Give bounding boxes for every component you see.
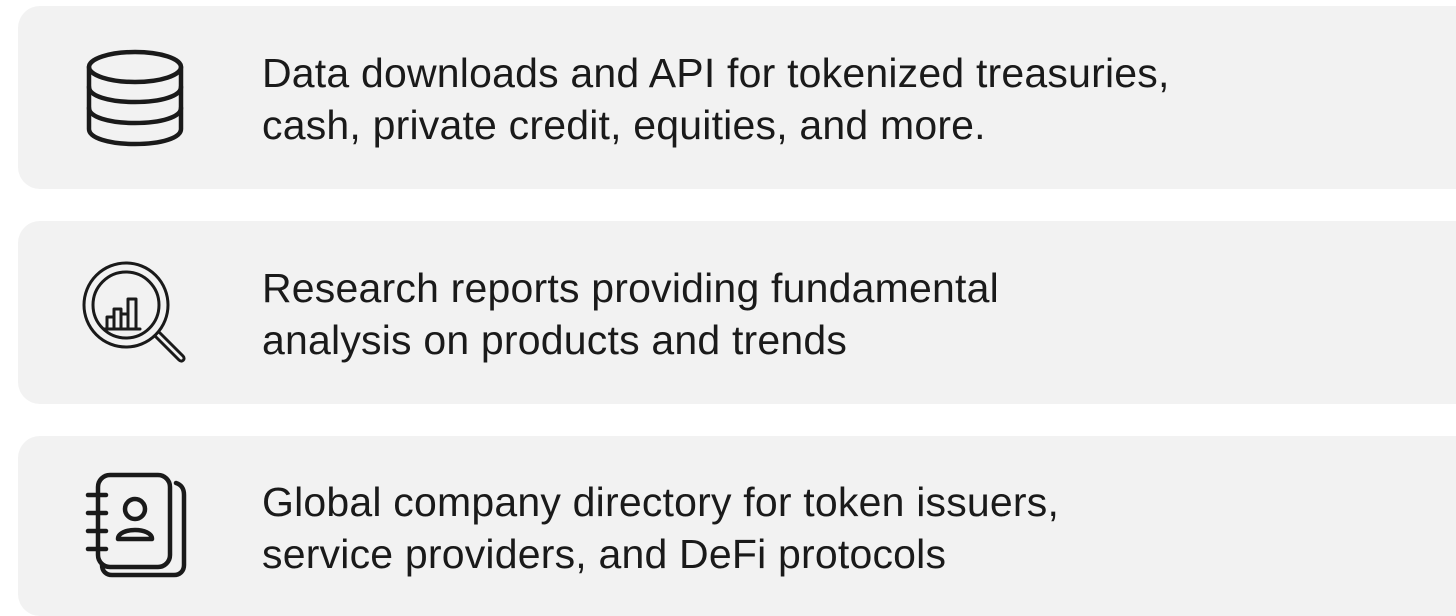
database-icon (80, 43, 190, 153)
feature-description: Research reports providing fundamental a… (262, 262, 1432, 366)
feature-list: Data downloads and API for tokenized tre… (0, 0, 1456, 616)
feature-line: Research reports providing fundamental (262, 265, 999, 311)
feature-card-data-downloads: Data downloads and API for tokenized tre… (18, 6, 1456, 189)
contact-book-icon (80, 469, 190, 579)
feature-card-research-reports: Research reports providing fundamental a… (18, 221, 1456, 404)
feature-line: Global company directory for token issue… (262, 479, 1060, 525)
feature-line: Data downloads and API for tokenized tre… (262, 50, 1170, 96)
magnifier-chart-icon (80, 259, 190, 369)
feature-card-company-directory: Global company directory for token issue… (18, 436, 1456, 616)
feature-line: cash, private credit, equities, and more… (262, 102, 986, 148)
feature-description: Data downloads and API for tokenized tre… (262, 47, 1432, 151)
feature-line: analysis on products and trends (262, 317, 848, 363)
feature-line: service providers, and DeFi protocols (262, 531, 947, 577)
feature-description: Global company directory for token issue… (262, 476, 1432, 580)
